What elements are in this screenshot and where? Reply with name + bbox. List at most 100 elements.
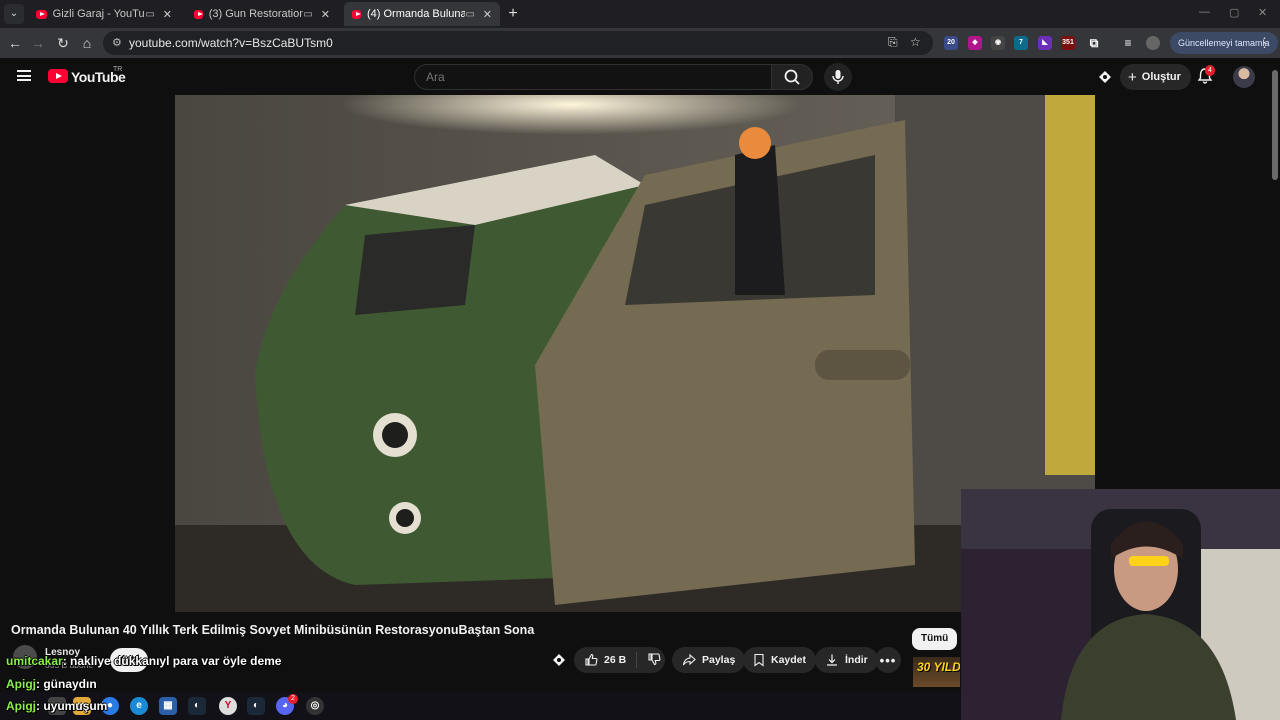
site-info-icon[interactable]: ⚙ — [112, 36, 122, 49]
share-arrow-icon — [682, 653, 696, 666]
back-icon[interactable]: ← — [6, 34, 24, 52]
forward-icon[interactable]: → — [29, 34, 47, 52]
bookmark-icon — [754, 653, 764, 667]
search-box[interactable] — [414, 64, 772, 90]
scrollbar-thumb[interactable] — [1272, 70, 1278, 180]
thumbnail-text: 30 YILD — [917, 660, 960, 674]
close-tab-icon[interactable]: ✕ — [321, 8, 330, 21]
youtube-favicon-icon — [36, 9, 47, 19]
chat-message: umitcakar: nakliye dükkanıyl para var öy… — [6, 654, 281, 668]
chat-username: Apigj — [6, 677, 36, 691]
voice-search-button[interactable] — [824, 63, 852, 91]
browser-tab-2[interactable]: (3) Gun Restoration | 1938 ▭ ✕ — [186, 2, 338, 26]
restore-icon[interactable]: ▢ — [1229, 6, 1239, 19]
picture-in-picture-icon[interactable]: ▭ — [465, 9, 474, 20]
video-title: Ormanda Bulunan 40 Yıllık Terk Edilmiş S… — [11, 623, 535, 637]
extensions-puzzle-icon[interactable]: ⧉ — [1087, 36, 1101, 50]
thumbs-down-icon — [648, 652, 661, 665]
search-input[interactable] — [415, 65, 745, 89]
steam-icon[interactable]: ◐ — [188, 697, 206, 715]
create-label: Oluştur — [1141, 71, 1181, 83]
youtube-favicon-icon — [194, 9, 203, 19]
more-actions-button[interactable]: ••• — [875, 647, 901, 673]
tab-search-button[interactable]: ⌄ — [4, 4, 24, 24]
edge-icon[interactable]: e — [130, 697, 148, 715]
browser-menu-icon[interactable]: ⋮ — [1258, 35, 1271, 51]
youtube-favicon-icon — [352, 9, 361, 19]
tab-title: (4) Ormanda Bulunan 40 Y — [366, 8, 466, 20]
address-bar[interactable]: ⚙ youtube.com/watch?v=BszCaBUTsm0 ⎘ ☆ — [103, 31, 933, 55]
search-button[interactable] — [771, 64, 813, 90]
account-avatar[interactable] — [1233, 66, 1255, 88]
extension-badge: 20 — [947, 39, 955, 46]
premium-extension-icon[interactable] — [1097, 69, 1113, 90]
guide-menu-icon[interactable] — [17, 70, 31, 81]
browser-tab-1[interactable]: Gizli Garaj - YouTube ▭ ✕ — [28, 2, 180, 26]
plus-icon: + — [1128, 68, 1137, 86]
extension-2-icon[interactable]: ◆ — [968, 36, 982, 50]
extension-1-icon[interactable]: 20 — [944, 36, 958, 50]
share-button[interactable]: Paylaş — [672, 647, 746, 673]
chat-username: Apigj — [6, 699, 36, 713]
search-icon — [784, 69, 800, 85]
picture-in-picture-icon[interactable]: ▭ — [145, 9, 154, 20]
minimize-icon[interactable]: — — [1199, 6, 1210, 18]
save-button[interactable]: Kaydet — [743, 647, 817, 673]
profile-icon[interactable] — [1146, 36, 1160, 50]
store-icon[interactable]: ▦ — [159, 697, 177, 715]
video-player[interactable] — [175, 95, 1095, 612]
close-tab-icon[interactable]: ✕ — [483, 8, 492, 21]
video-frame-image — [175, 95, 1095, 612]
like-dislike-group: 26 B — [574, 647, 665, 673]
new-tab-button[interactable]: + — [503, 4, 523, 24]
like-count: 26 B — [604, 654, 627, 666]
filter-chip-all[interactable]: Tümü — [912, 628, 958, 650]
discord-badge: 2 — [288, 694, 298, 704]
recommended-video-thumbnail[interactable]: 30 YILD — [913, 657, 960, 687]
tab-title: (3) Gun Restoration | 1938 — [208, 8, 304, 20]
extension-4-icon[interactable]: 7 — [1014, 36, 1028, 50]
yandex-icon[interactable]: Y — [219, 697, 237, 715]
extension-5-icon[interactable]: ◣ — [1038, 36, 1052, 50]
save-label: Kaydet — [771, 654, 807, 666]
create-button[interactable]: + Oluştur — [1120, 64, 1191, 90]
extension-badge: 351 — [1062, 39, 1074, 46]
download-button[interactable]: İndir — [815, 647, 878, 673]
chat-message: Apigj: uyumuşum — [6, 699, 107, 713]
extension-3-icon[interactable]: ◉ — [991, 36, 1005, 50]
close-tab-icon[interactable]: ✕ — [163, 8, 172, 21]
like-button[interactable]: 26 B — [584, 653, 626, 667]
chat-text: : günaydın — [36, 677, 97, 691]
region-code: TR — [113, 66, 123, 73]
picture-in-picture-icon[interactable]: ▭ — [303, 9, 312, 20]
bookmark-star-icon[interactable]: ☆ — [910, 35, 921, 49]
microphone-icon — [832, 70, 844, 84]
steam-2-icon[interactable]: ◐ — [247, 697, 265, 715]
browser-tab-strip: ⌄ Gizli Garaj - YouTube ▭ ✕ (3) Gun Rest… — [0, 0, 1280, 28]
thumbs-up-icon — [585, 653, 598, 666]
download-icon — [827, 654, 837, 666]
url-text[interactable]: youtube.com/watch?v=BszCaBUTsm0 — [129, 36, 333, 50]
os-taskbar: ⌕ ▭ ● e ▦ ◐ Y ◐ ◕ 2 ◎ — [0, 692, 961, 720]
chat-text: : nakliye dükkanıyl para var öyle deme — [62, 654, 282, 668]
webcam-image — [961, 489, 1280, 720]
premium-extension-icon[interactable] — [551, 652, 567, 673]
extension-6-icon[interactable]: 351 — [1061, 36, 1075, 50]
streamer-webcam-overlay — [961, 489, 1280, 720]
home-icon[interactable]: ⌂ — [78, 34, 96, 52]
chat-username: umitcakar — [6, 654, 63, 668]
tab-title: Gizli Garaj - YouTube — [52, 8, 146, 20]
download-label: İndir — [845, 654, 868, 666]
browser-toolbar: ← → ↻ ⌂ ⚙ youtube.com/watch?v=BszCaBUTsm… — [0, 28, 1280, 58]
dislike-button[interactable] — [647, 652, 661, 669]
more-horizontal-icon: ••• — [879, 652, 897, 668]
youtube-logo-icon[interactable] — [48, 69, 68, 83]
install-app-icon[interactable]: ⎘ — [888, 35, 898, 50]
close-window-icon[interactable]: ✕ — [1258, 6, 1267, 19]
browser-tab-3-active[interactable]: (4) Ormanda Bulunan 40 Y ▭ ✕ — [344, 2, 500, 26]
reload-icon[interactable]: ↻ — [54, 34, 72, 52]
notification-count-badge: 4 — [1205, 65, 1215, 76]
chat-text: : uyumuşum — [36, 699, 108, 713]
obs-icon[interactable]: ◎ — [306, 697, 324, 715]
reading-list-icon[interactable]: ≡ — [1121, 36, 1135, 50]
